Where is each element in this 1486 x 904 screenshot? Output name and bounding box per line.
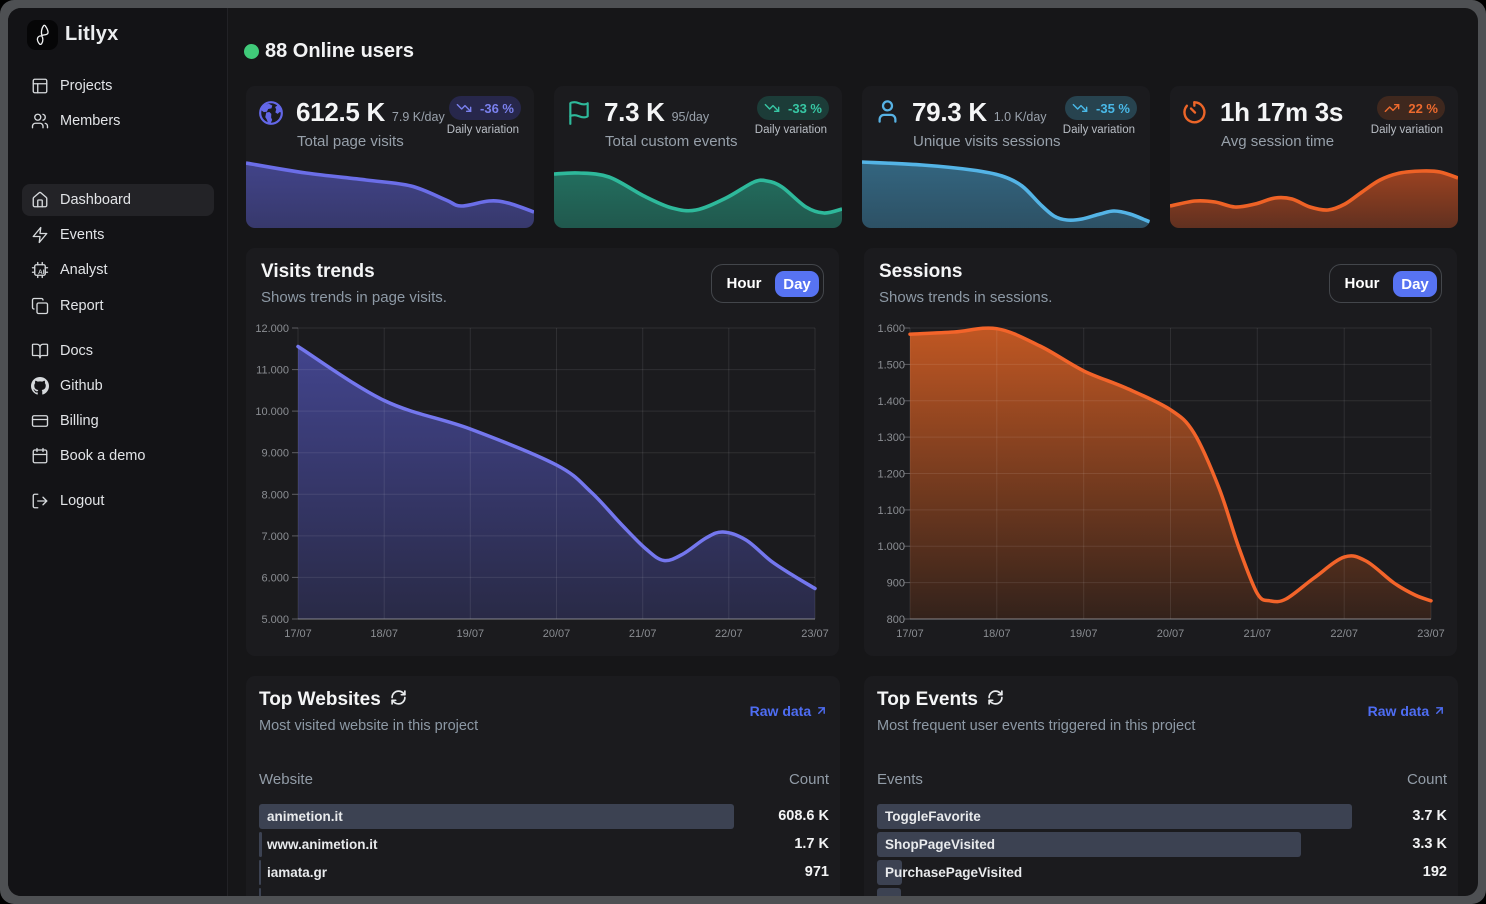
svg-text:23/07: 23/07 (1417, 628, 1445, 640)
svg-text:1.500: 1.500 (877, 359, 905, 371)
svg-text:5.000: 5.000 (261, 614, 289, 626)
svg-text:1.200: 1.200 (877, 469, 905, 481)
svg-text:900: 900 (887, 578, 905, 590)
svg-text:19/07: 19/07 (457, 628, 485, 640)
svg-text:17/07: 17/07 (284, 628, 312, 640)
svg-text:21/07: 21/07 (629, 628, 657, 640)
svg-text:8.000: 8.000 (261, 489, 289, 501)
svg-text:19/07: 19/07 (1070, 628, 1098, 640)
svg-text:6.000: 6.000 (261, 572, 289, 584)
svg-text:18/07: 18/07 (370, 628, 398, 640)
svg-text:22/07: 22/07 (1330, 628, 1358, 640)
svg-text:1.100: 1.100 (877, 505, 905, 517)
svg-text:1.300: 1.300 (877, 432, 905, 444)
svg-text:1.000: 1.000 (877, 541, 905, 553)
svg-text:AI: AI (38, 269, 45, 275)
svg-text:12.000: 12.000 (255, 323, 289, 335)
svg-text:9.000: 9.000 (261, 448, 289, 460)
svg-text:1.400: 1.400 (877, 396, 905, 408)
svg-text:800: 800 (887, 614, 905, 626)
svg-text:18/07: 18/07 (983, 628, 1011, 640)
svg-text:22/07: 22/07 (715, 628, 743, 640)
svg-text:10.000: 10.000 (255, 406, 289, 418)
svg-text:23/07: 23/07 (801, 628, 829, 640)
svg-text:11.000: 11.000 (256, 365, 289, 377)
svg-text:7.000: 7.000 (261, 531, 289, 543)
svg-text:20/07: 20/07 (543, 628, 571, 640)
svg-text:1.600: 1.600 (877, 323, 905, 335)
svg-text:21/07: 21/07 (1244, 628, 1272, 640)
svg-text:20/07: 20/07 (1157, 628, 1185, 640)
svg-text:17/07: 17/07 (896, 628, 924, 640)
